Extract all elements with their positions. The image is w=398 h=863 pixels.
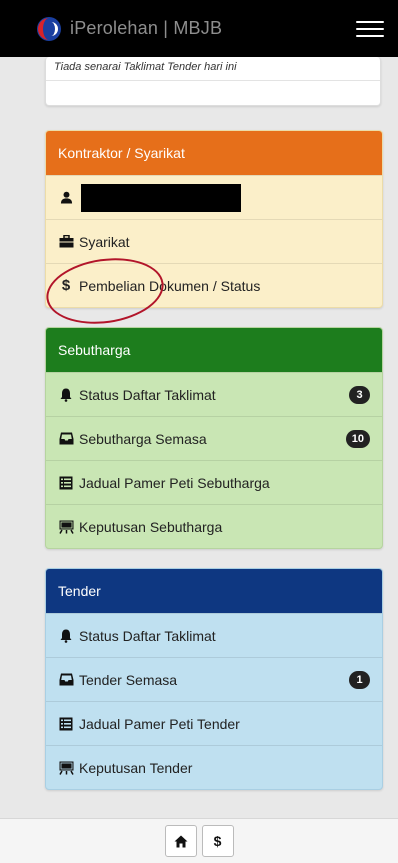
bell-icon — [58, 628, 74, 644]
keputusan-tender-label: Keputusan Tender — [79, 759, 193, 776]
tender-status-daftar-label: Status Daftar Taklimat — [79, 627, 216, 644]
brand-title[interactable]: iPerolehan | MBJB — [70, 18, 222, 39]
sebutharga-semasa-label: Sebutharga Semasa — [79, 430, 207, 447]
user-icon — [58, 190, 74, 206]
bottom-toolbar: $ — [0, 818, 398, 863]
sebutharga-heading: Sebutharga — [46, 328, 382, 372]
keputusan-tender-item[interactable]: Keputusan Tender — [46, 745, 382, 789]
home-button[interactable] — [164, 825, 197, 857]
jadual-pamer-tender-item[interactable]: Jadual Pamer Peti Tender — [46, 701, 382, 745]
mbjb-logo-icon[interactable] — [36, 16, 62, 42]
count-badge: 10 — [345, 429, 370, 448]
briefcase-icon — [58, 234, 74, 250]
no-briefing-note: Tiada senarai Taklimat Tender hari ini — [46, 57, 380, 81]
keputusan-sebutharga-item[interactable]: Keputusan Sebutharga — [46, 504, 382, 548]
list-alt-icon — [58, 716, 74, 732]
jadual-pamer-tender-label: Jadual Pamer Peti Tender — [79, 715, 240, 732]
list-alt-icon — [58, 475, 74, 491]
sebutharga-status-daftar-item[interactable]: Status Daftar Taklimat 3 — [46, 372, 382, 416]
keputusan-sebutharga-label: Keputusan Sebutharga — [79, 518, 223, 535]
count-badge: 3 — [349, 385, 370, 404]
top-navbar: iPerolehan | MBJB — [0, 0, 398, 57]
user-account-item[interactable] — [46, 175, 382, 219]
hamburger-icon[interactable] — [356, 18, 384, 40]
kontraktor-heading: Kontraktor / Syarikat — [46, 131, 382, 175]
redacted-username — [81, 183, 241, 212]
dollar-button[interactable]: $ — [201, 825, 234, 857]
dollar-icon: $ — [61, 277, 71, 294]
kontraktor-panel: Kontraktor / Syarikat Syarikat $ Pembeli… — [45, 130, 383, 308]
home-icon — [174, 835, 187, 847]
jadual-pamer-sebutharga-label: Jadual Pamer Peti Sebutharga — [79, 474, 270, 491]
sebutharga-semasa-item[interactable]: Sebutharga Semasa 10 — [46, 416, 382, 460]
pembelian-dokumen-label: Pembelian Dokumen / Status — [79, 277, 261, 294]
tender-semasa-label: Tender Semasa — [79, 671, 178, 688]
jadual-pamer-sebutharga-item[interactable]: Jadual Pamer Peti Sebutharga — [46, 460, 382, 504]
bell-icon — [58, 387, 74, 403]
sebutharga-status-daftar-label: Status Daftar Taklimat — [79, 386, 216, 403]
tender-panel: Tender Status Daftar Taklimat Tender Sem… — [45, 568, 383, 790]
tender-semasa-item[interactable]: Tender Semasa 1 — [46, 657, 382, 701]
blackboard-icon — [58, 760, 74, 776]
tender-heading: Tender — [46, 569, 382, 613]
count-badge: 1 — [349, 670, 370, 689]
inbox-icon — [58, 672, 74, 688]
taklimat-tender-panel: Tiada senarai Taklimat Tender hari ini — [45, 57, 381, 106]
tender-status-daftar-item[interactable]: Status Daftar Taklimat — [46, 613, 382, 657]
pembelian-dokumen-item[interactable]: $ Pembelian Dokumen / Status — [46, 263, 382, 307]
syarikat-item[interactable]: Syarikat — [46, 219, 382, 263]
syarikat-label: Syarikat — [79, 233, 130, 250]
sebutharga-panel: Sebutharga Status Daftar Taklimat 3 Sebu… — [45, 327, 383, 549]
inbox-icon — [58, 431, 74, 447]
blackboard-icon — [58, 519, 74, 535]
